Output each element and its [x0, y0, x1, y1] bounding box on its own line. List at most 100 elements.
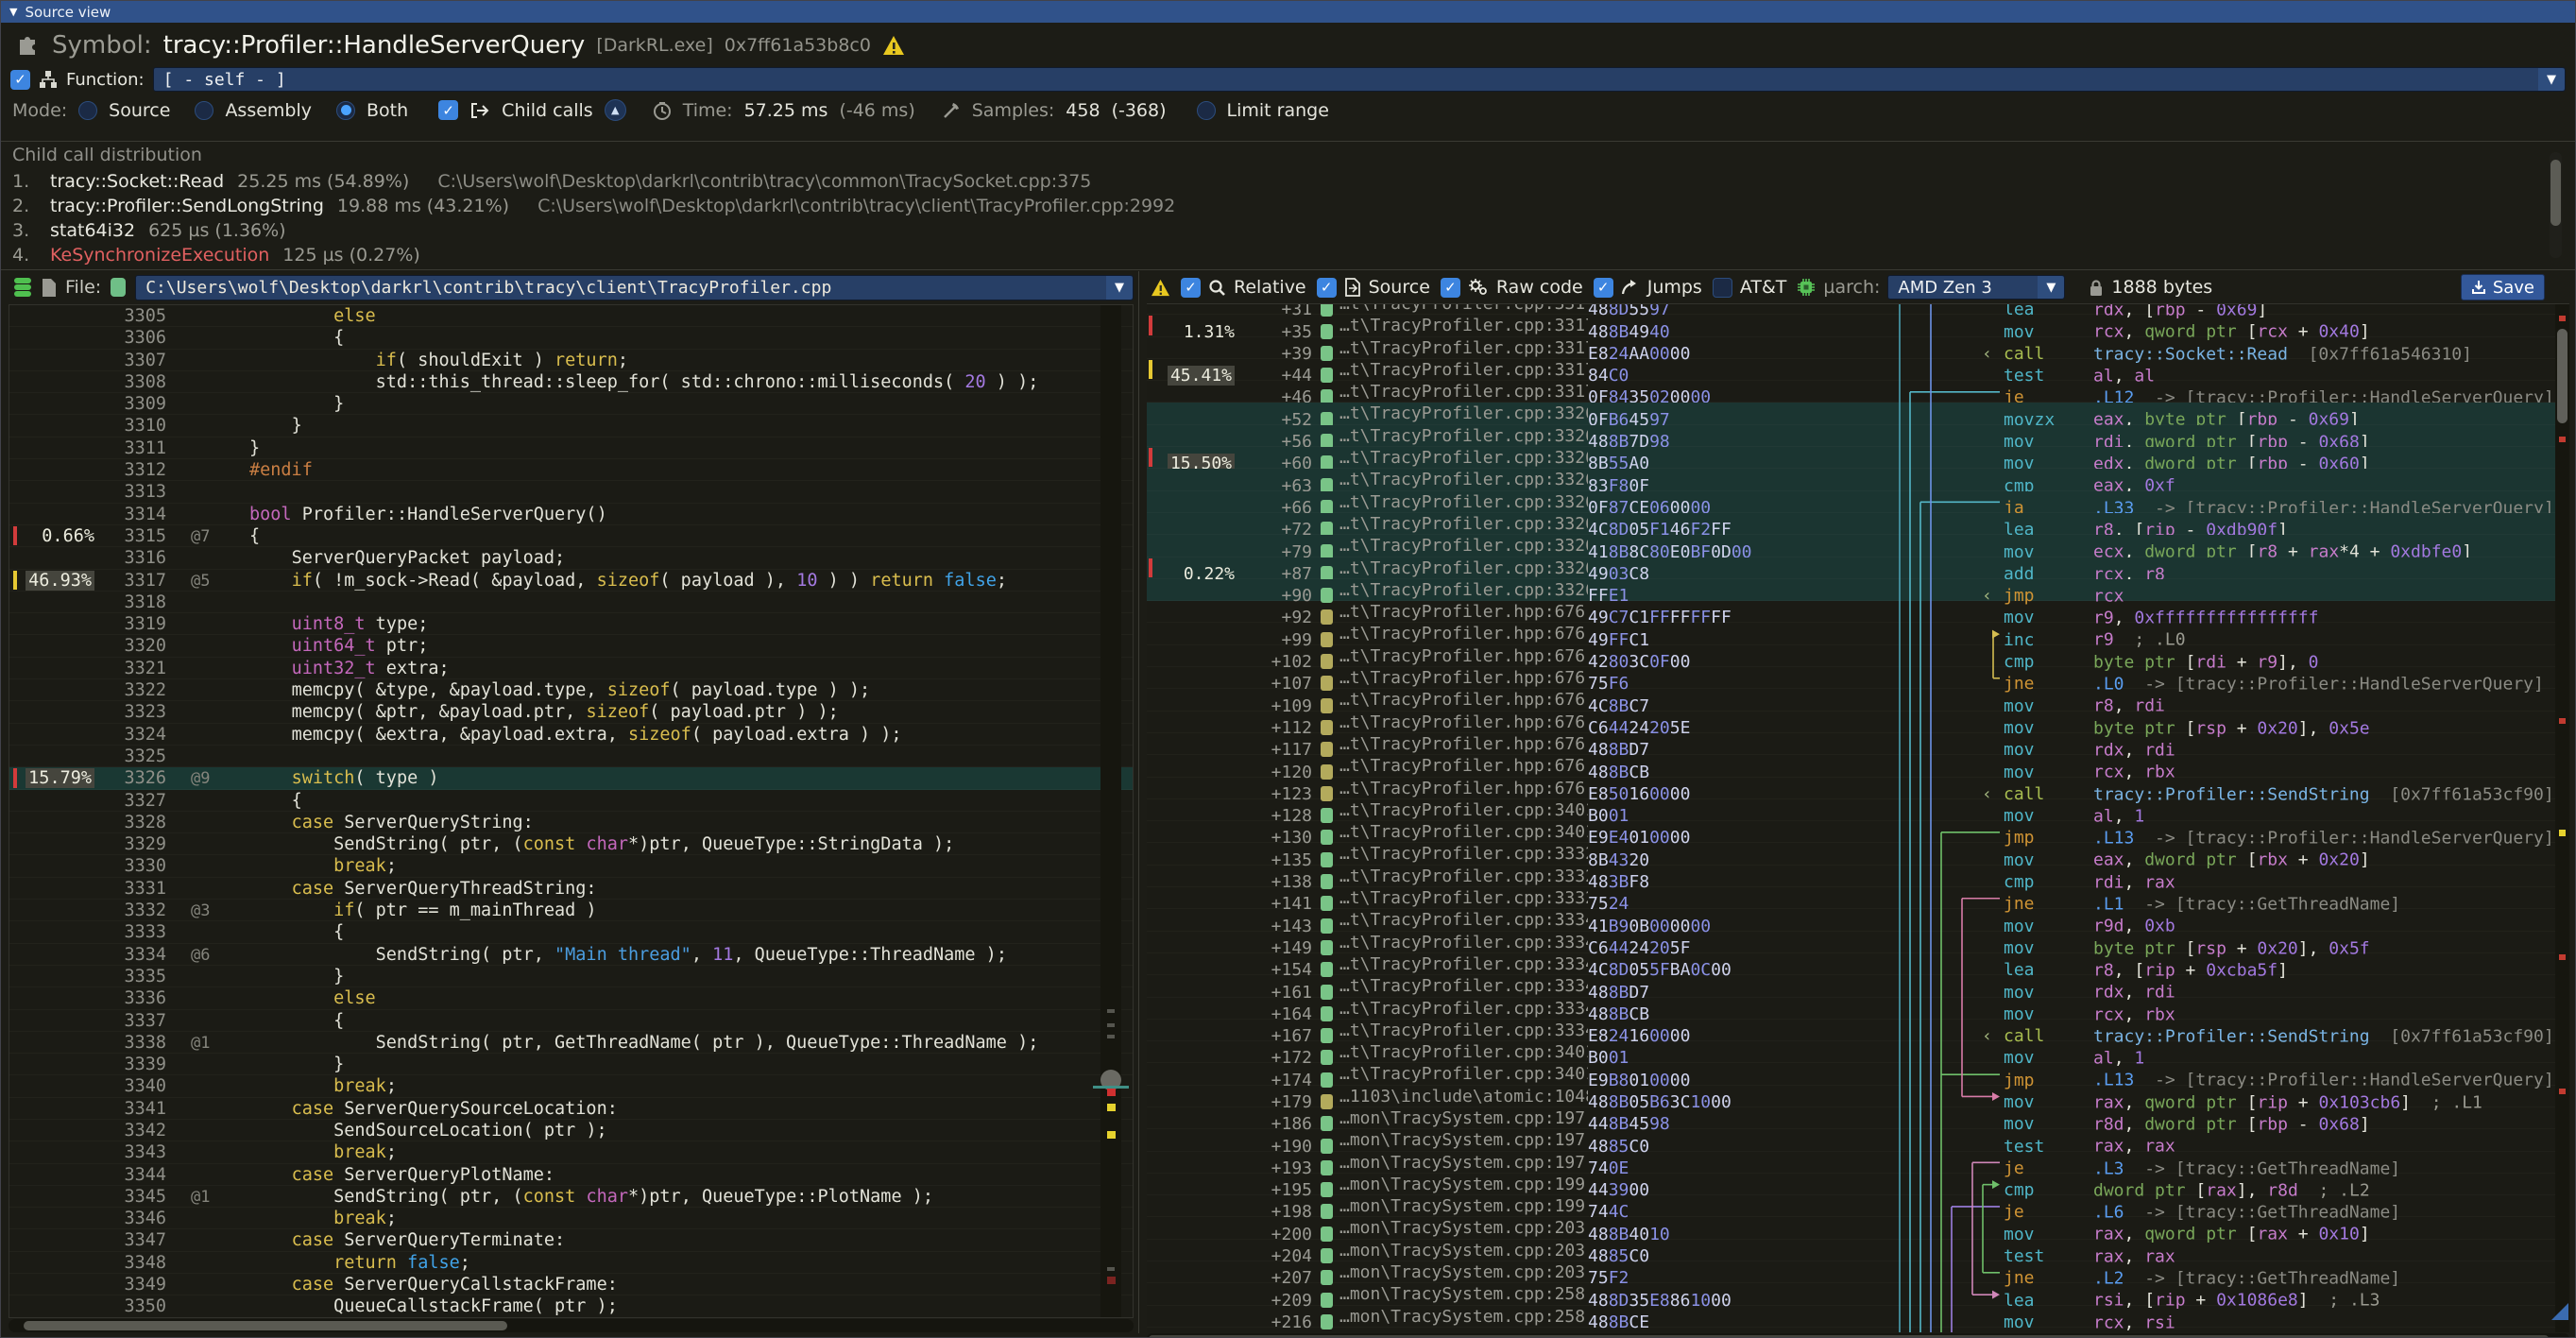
asm-instruction-row[interactable]: +216…mon\TracySystem.cpp:258488BCEmovrcx…: [1147, 1306, 2569, 1328]
dropdown-arrow-icon[interactable]: ▼: [2538, 68, 2565, 91]
raw-code-checkbox[interactable]: ✓: [1441, 278, 1460, 298]
asm-instruction-row[interactable]: 0.22%+87…t\TracyProfiler.cpp:33264903C8a…: [1147, 558, 2569, 579]
source-line-row[interactable]: 3349 case ServerQueryCallstackFrame:: [9, 1274, 1133, 1295]
source-line-row[interactable]: 3332@3 if( ptr == m_mainThread ): [9, 900, 1133, 921]
asm-instruction-row[interactable]: 45.41%+44…t\TracyProfiler.cpp:331784C0te…: [1147, 359, 2569, 381]
asm-instruction-row[interactable]: +102…t\TracyProfiler.hpp:67642803C0F00cm…: [1147, 645, 2569, 667]
source-line-row[interactable]: 3319 uint8_t type;: [9, 613, 1133, 635]
asm-instruction-row[interactable]: +179…1103\include\atomic:1048488B05B63C1…: [1147, 1086, 2569, 1107]
source-line-row[interactable]: 3336 else: [9, 987, 1133, 1009]
asm-instruction-row[interactable]: +198…mon\TracySystem.cpp:199744Cje.L6 ->…: [1147, 1195, 2569, 1217]
source-minimap-scrollbar[interactable]: [1100, 305, 1121, 1317]
source-line-row[interactable]: 3344 case ServerQueryPlotName:: [9, 1164, 1133, 1186]
source-line-row[interactable]: 3328 case ServerQueryString:: [9, 812, 1133, 833]
asm-instruction-row[interactable]: +117…t\TracyProfiler.hpp:676488BD7movrdx…: [1147, 733, 2569, 755]
source-line-row[interactable]: 3322 memcpy( &type, &payload.type, sizeo…: [9, 679, 1133, 701]
asm-instruction-row[interactable]: +174…t\TracyProfiler.cpp:3401E9B8010000j…: [1147, 1063, 2569, 1085]
source-line-row[interactable]: 3339 }: [9, 1054, 1133, 1075]
source-line-row[interactable]: 3310 }: [9, 415, 1133, 437]
source-line-row[interactable]: 3333 {: [9, 921, 1133, 943]
source-line-row[interactable]: 3321 uint32_t extra;: [9, 658, 1133, 679]
asm-instruction-row[interactable]: +109…t\TracyProfiler.hpp:6764C8BC7movr8,…: [1147, 689, 2569, 711]
source-line-row[interactable]: 3334@6 SendString( ptr, "Main thread", 1…: [9, 944, 1133, 966]
asm-instruction-row[interactable]: +167…t\TracyProfiler.cpp:3334E824160000‹…: [1147, 1020, 2569, 1041]
asm-instruction-row[interactable]: +112…t\TracyProfiler.hpp:676C64424205Emo…: [1147, 712, 2569, 733]
source-line-row[interactable]: 3341 case ServerQuerySourceLocation:: [9, 1098, 1133, 1120]
source-line-row[interactable]: 3314bool Profiler::HandleServerQuery(): [9, 504, 1133, 525]
asm-instruction-row[interactable]: +186…mon\TracySystem.cpp:197448B4598movr…: [1147, 1107, 2569, 1129]
asm-instruction-row[interactable]: +200…mon\TracySystem.cpp:203488B4010movr…: [1147, 1217, 2569, 1239]
source-line-row[interactable]: 3345@1 SendString( ptr, (const char*)ptr…: [9, 1186, 1133, 1208]
asm-instruction-row[interactable]: +154…t\TracyProfiler.cpp:33344C8D055FBA0…: [1147, 953, 2569, 975]
source-line-row[interactable]: 3316 ServerQueryPacket payload;: [9, 547, 1133, 569]
source-line-row[interactable]: 3329 SendString( ptr, (const char*)ptr, …: [9, 833, 1133, 855]
source-checkbox[interactable]: ✓: [1317, 278, 1337, 298]
asm-instruction-row[interactable]: +120…t\TracyProfiler.hpp:676488BCBmovrcx…: [1147, 755, 2569, 777]
radio-assembly[interactable]: [195, 101, 213, 120]
child-call-entry[interactable]: 2.tracy::Profiler::SendLongString19.88 m…: [12, 196, 2537, 220]
asm-instruction-row[interactable]: +63…t\TracyProfiler.cpp:332683F80Fcmpeax…: [1147, 469, 2569, 490]
source-line-row[interactable]: 3330 break;: [9, 855, 1133, 877]
asm-instruction-row[interactable]: +193…mon\TracySystem.cpp:197740Eje.L3 ->…: [1147, 1152, 2569, 1174]
source-line-row[interactable]: 3324 memcpy( &extra, &payload.extra, siz…: [9, 724, 1133, 746]
att-checkbox[interactable]: ✓: [1713, 278, 1732, 298]
asm-instruction-row[interactable]: +90…t\TracyProfiler.cpp:3326FFE1‹jmprcx: [1147, 579, 2569, 601]
source-line-row[interactable]: 3343 break;: [9, 1141, 1133, 1163]
save-button[interactable]: Save: [2461, 274, 2545, 300]
asm-instruction-row[interactable]: +195…mon\TracySystem.cpp:199443900cmpdwo…: [1147, 1174, 2569, 1195]
uarch-combo[interactable]: AMD Zen 3 ▼: [1887, 275, 2065, 300]
asm-instruction-row[interactable]: +138…t\TracyProfiler.cpp:3332483BF8cmprd…: [1147, 866, 2569, 887]
asm-instruction-row[interactable]: +149…t\TracyProfiler.cpp:3334C64424205Fm…: [1147, 932, 2569, 953]
resize-grip[interactable]: [2551, 1303, 2568, 1320]
radio-source[interactable]: [78, 101, 97, 120]
source-line-row[interactable]: 3307 if( shouldExit ) return;: [9, 350, 1133, 371]
asm-instruction-row[interactable]: +31…t\TracyProfiler.cpp:3317488D5597lear…: [1147, 303, 2569, 315]
source-line-row[interactable]: 0.66%3315@7{: [9, 525, 1133, 547]
function-checkbox[interactable]: ✓: [10, 70, 30, 90]
asm-instruction-row[interactable]: +190…mon\TracySystem.cpp:1974885C0testra…: [1147, 1129, 2569, 1151]
assembly-vscrollbar[interactable]: [2555, 304, 2569, 1332]
dropdown-arrow-icon[interactable]: ▼: [2038, 276, 2064, 299]
asm-instruction-row[interactable]: +52…t\TracyProfiler.cpp:33260FB64597movz…: [1147, 403, 2569, 424]
source-line-row[interactable]: 3342 SendSourceLocation( ptr );: [9, 1120, 1133, 1141]
source-line-row[interactable]: 3347 case ServerQueryTerminate:: [9, 1229, 1133, 1251]
asm-instruction-row[interactable]: +135…t\TracyProfiler.cpp:33328B4320movea…: [1147, 843, 2569, 865]
asm-instruction-row[interactable]: +99…t\TracyProfiler.hpp:67649FFC1incr9 ;…: [1147, 623, 2569, 644]
asm-instruction-row[interactable]: +92…t\TracyProfiler.hpp:67649C7C1FFFFFFF…: [1147, 601, 2569, 623]
source-line-row[interactable]: 3308 std::this_thread::sleep_for( std::c…: [9, 371, 1133, 393]
source-line-row[interactable]: 3309 }: [9, 393, 1133, 415]
asm-instruction-row[interactable]: +107…t\TracyProfiler.hpp:67675F6jne.L0 -…: [1147, 667, 2569, 689]
asm-instruction-row[interactable]: +172…t\TracyProfiler.cpp:3401B001moval, …: [1147, 1041, 2569, 1063]
source-line-row[interactable]: 15.79%3326@9 switch( type ): [9, 767, 1133, 789]
asm-instruction-row[interactable]: +204…mon\TracySystem.cpp:2034885C0testra…: [1147, 1240, 2569, 1261]
asm-instruction-row[interactable]: +209…mon\TracySystem.cpp:258488D35E88610…: [1147, 1283, 2569, 1305]
asm-instruction-row[interactable]: +164…t\TracyProfiler.cpp:3334488BCBmovrc…: [1147, 998, 2569, 1020]
source-line-row[interactable]: 3337 {: [9, 1010, 1133, 1032]
radio-both[interactable]: [336, 101, 355, 120]
asm-instruction-row[interactable]: +130…t\TracyProfiler.cpp:3401E9E4010000j…: [1147, 821, 2569, 843]
source-line-row[interactable]: 3335 }: [9, 966, 1133, 987]
function-combo[interactable]: [ - self - ] ▼: [153, 67, 2566, 92]
asm-instruction-row[interactable]: +66…t\TracyProfiler.cpp:33260F87CE060000…: [1147, 491, 2569, 513]
source-line-row[interactable]: 3312#endif: [9, 459, 1133, 481]
asm-instruction-row[interactable]: 15.50%+60…t\TracyProfiler.cpp:33268B55A0…: [1147, 447, 2569, 469]
asm-instruction-row[interactable]: +56…t\TracyProfiler.cpp:3326488B7D98movr…: [1147, 425, 2569, 447]
source-line-row[interactable]: 3346 break;: [9, 1208, 1133, 1229]
asm-instruction-row[interactable]: +161…t\TracyProfiler.cpp:3334488BD7movrd…: [1147, 975, 2569, 997]
source-line-row[interactable]: 3318: [9, 592, 1133, 613]
asm-instruction-row[interactable]: +123…t\TracyProfiler.hpp:676E850160000‹c…: [1147, 778, 2569, 799]
asm-instruction-row[interactable]: +141…t\TracyProfiler.cpp:33327524jne.L1 …: [1147, 887, 2569, 909]
source-line-row[interactable]: 3331 case ServerQueryThreadString:: [9, 878, 1133, 900]
title-bar[interactable]: ▼ Source view: [1, 1, 2575, 23]
child-call-scrollbar[interactable]: [2550, 152, 2562, 258]
limit-range-checkbox[interactable]: [1197, 101, 1216, 120]
assembly-vscroll-thumb[interactable]: [2557, 329, 2567, 423]
dropdown-arrow-icon[interactable]: ▼: [1106, 276, 1133, 300]
asm-instruction-row[interactable]: +128…t\TracyProfiler.cpp:3401B001moval, …: [1147, 799, 2569, 821]
source-line-row[interactable]: 3327 {: [9, 790, 1133, 812]
source-line-row[interactable]: 3311}: [9, 437, 1133, 459]
source-line-row[interactable]: 3323 memcpy( &ptr, &payload.ptr, sizeof(…: [9, 701, 1133, 723]
source-line-row[interactable]: 3306 {: [9, 327, 1133, 349]
assembly-hscrollbar[interactable]: [1147, 1333, 2569, 1338]
asm-instruction-row[interactable]: +46…t\TracyProfiler.cpp:33170F8435020000…: [1147, 381, 2569, 403]
